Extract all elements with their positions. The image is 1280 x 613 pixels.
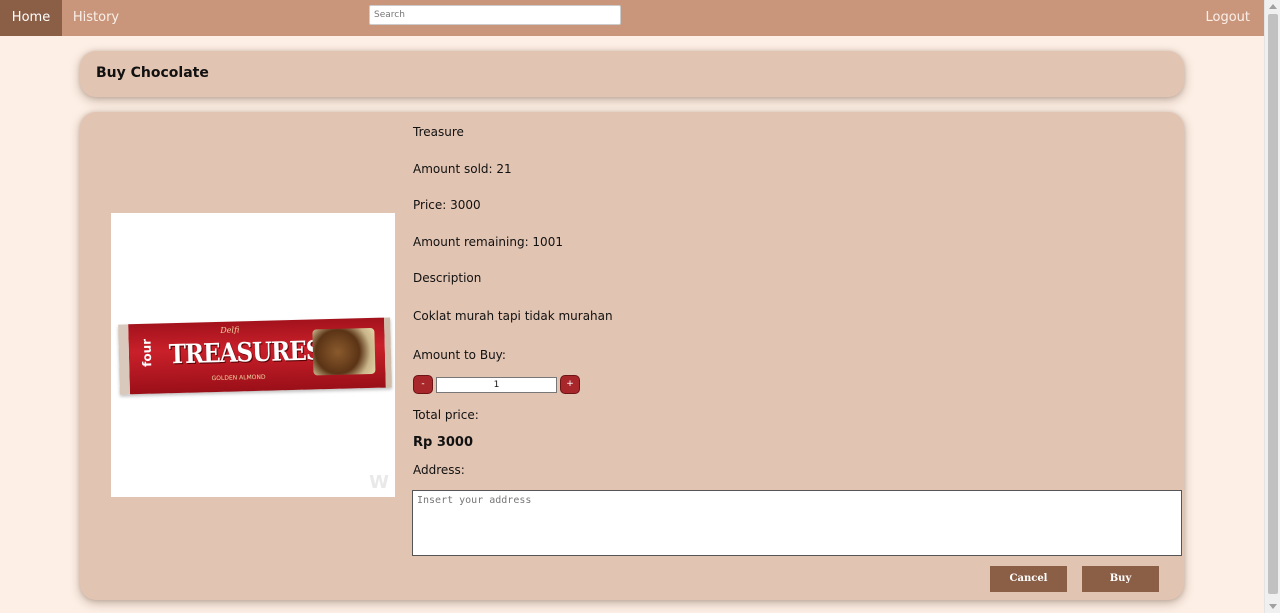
total-price-label: Total price: [413, 408, 479, 422]
bar-brand-label: Delfi [220, 325, 240, 335]
bar-variant-label: GOLDEN ALMOND [211, 373, 266, 383]
nav-home-link[interactable]: Home [0, 0, 62, 36]
search-input[interactable] [369, 5, 621, 25]
product-card: four Delfi TREASURES GOLDEN ALMOND W Tre… [80, 112, 1184, 600]
page-title: Buy Chocolate [96, 65, 209, 81]
quantity-input[interactable] [436, 377, 557, 393]
address-field[interactable] [412, 490, 1182, 556]
bar-pack-label: four [139, 338, 155, 367]
description-label: Description [413, 271, 482, 285]
top-navbar: Home History Logout [0, 0, 1264, 36]
total-price-value: Rp 3000 [413, 435, 474, 450]
product-price: Price: 3000 [413, 198, 481, 212]
watermark-icon: W [369, 472, 389, 493]
amount-to-buy-label: Amount to Buy: [413, 348, 506, 362]
address-label: Address: [413, 463, 465, 477]
nav-history-link[interactable]: History [62, 0, 130, 36]
scrollbar-thumb[interactable] [1268, 14, 1278, 594]
bar-name-label: TREASURES [168, 335, 322, 371]
scroll-down-arrow-icon[interactable] [1269, 604, 1277, 609]
buy-button[interactable]: Buy [1082, 566, 1159, 592]
product-description: Coklat murah tapi tidak murahan [413, 309, 613, 323]
bar-window-graphic [312, 327, 376, 376]
page-header-card: Buy Chocolate [80, 51, 1184, 97]
cancel-button[interactable]: Cancel [990, 566, 1067, 592]
increase-quantity-button[interactable]: + [560, 375, 580, 394]
nav-logout-link[interactable]: Logout [1205, 0, 1250, 36]
amount-remaining: Amount remaining: 1001 [413, 235, 563, 249]
scroll-up-arrow-icon[interactable] [1269, 4, 1277, 9]
product-name: Treasure [413, 125, 464, 139]
decrease-quantity-button[interactable]: - [413, 375, 433, 394]
product-image: four Delfi TREASURES GOLDEN ALMOND W [111, 213, 395, 497]
amount-sold: Amount sold: 21 [413, 162, 512, 176]
page-scrollbar[interactable] [1264, 0, 1280, 613]
chocolate-bar-graphic: four Delfi TREASURES GOLDEN ALMOND [118, 317, 392, 395]
